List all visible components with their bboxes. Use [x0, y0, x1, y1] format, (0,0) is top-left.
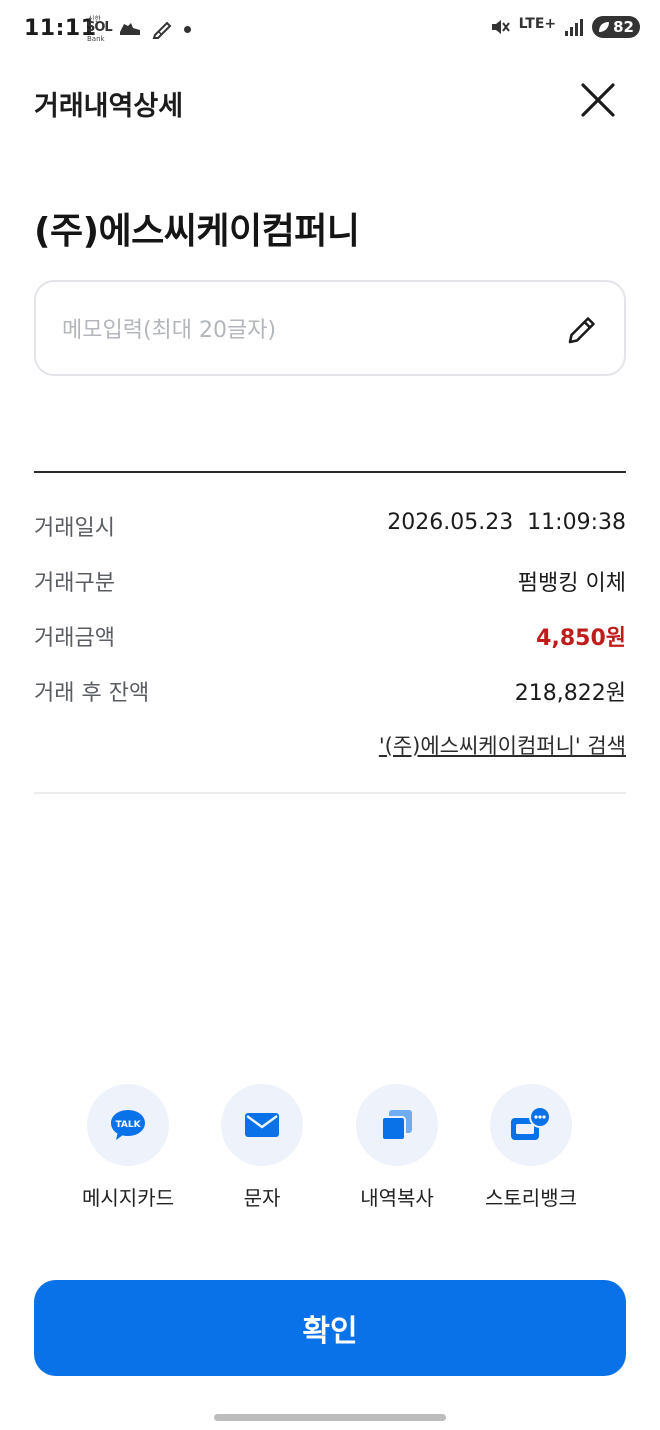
edit-memo-button[interactable]	[562, 310, 602, 350]
section-divider	[34, 471, 626, 473]
balance-value: 218,822원	[514, 681, 626, 706]
detail-value: 펌뱅킹 이체	[517, 571, 626, 596]
share-label: 스토리뱅크	[485, 1186, 577, 1210]
share-message-card-button[interactable]: TALK 메시지카드	[78, 1084, 178, 1211]
pencil-icon	[568, 317, 595, 344]
detail-row-datetime: 거래일시 2026.05.23 11:09:38	[34, 504, 626, 544]
confirm-button[interactable]: 확인	[34, 1280, 626, 1376]
share-icon-circle: TALK	[87, 1084, 169, 1166]
sol-bank-icon: 신한 SOL Bank	[86, 15, 113, 43]
network-type: LTE+	[518, 16, 557, 32]
share-label: 메시지카드	[82, 1186, 174, 1210]
mute-icon	[491, 20, 510, 34]
close-button[interactable]	[576, 78, 620, 122]
sneaker-icon	[120, 23, 140, 35]
pencil-note-icon	[152, 21, 172, 39]
page-title: 거래내역상세	[34, 91, 184, 122]
detail-row-type: 거래구분 펌뱅킹 이체	[34, 559, 626, 599]
home-indicator[interactable]	[214, 1414, 446, 1421]
battery-indicator: 82	[592, 16, 640, 38]
share-icon-circle	[356, 1084, 438, 1166]
close-icon	[581, 83, 615, 117]
detail-value: 2026.05.23 11:09:38	[387, 510, 626, 535]
system-indicators: LTE+ 82	[489, 16, 640, 38]
share-sms-button[interactable]: 문자	[212, 1084, 312, 1211]
notification-icons: 신한 SOL Bank	[86, 14, 191, 44]
merchant-search-link[interactable]: '(주)에스씨케이컴퍼니' 검색	[379, 730, 626, 760]
share-icon-circle	[221, 1084, 303, 1166]
kakaotalk-icon-text: TALK	[115, 1120, 141, 1130]
status-bar: 11:11 신한 SOL Bank LTE+ 82	[0, 0, 660, 62]
transaction-amount: 4,850원	[536, 626, 626, 651]
chat-bubble-icon	[511, 1106, 551, 1140]
signal-icon	[565, 19, 584, 36]
detail-label: 거래 후 잔액	[34, 681, 150, 706]
share-icon-circle	[490, 1084, 572, 1166]
battery-level: 82	[613, 18, 634, 36]
memo-input[interactable]	[62, 310, 532, 350]
detail-row-amount: 거래금액 4,850원	[34, 614, 626, 654]
more-notifications-dot	[184, 25, 191, 33]
copy-history-button[interactable]: 내역복사	[347, 1084, 447, 1211]
leaf-icon	[599, 22, 610, 32]
kakaotalk-icon: TALK	[111, 1110, 145, 1140]
copy-icon	[381, 1110, 412, 1141]
detail-label: 거래구분	[34, 571, 115, 596]
detail-label: 거래일시	[34, 516, 115, 541]
envelope-icon	[245, 1113, 279, 1137]
detail-row-balance: 거래 후 잔액 218,822원	[34, 669, 626, 709]
detail-label: 거래금액	[34, 626, 115, 651]
memo-box	[34, 280, 626, 376]
share-label: 내역복사	[360, 1186, 434, 1210]
share-label: 문자	[243, 1186, 281, 1210]
section-divider-light	[34, 792, 626, 794]
story-bank-button[interactable]: 스토리뱅크	[481, 1084, 581, 1211]
merchant-name: (주)에스씨케이컴퍼니	[34, 211, 360, 252]
